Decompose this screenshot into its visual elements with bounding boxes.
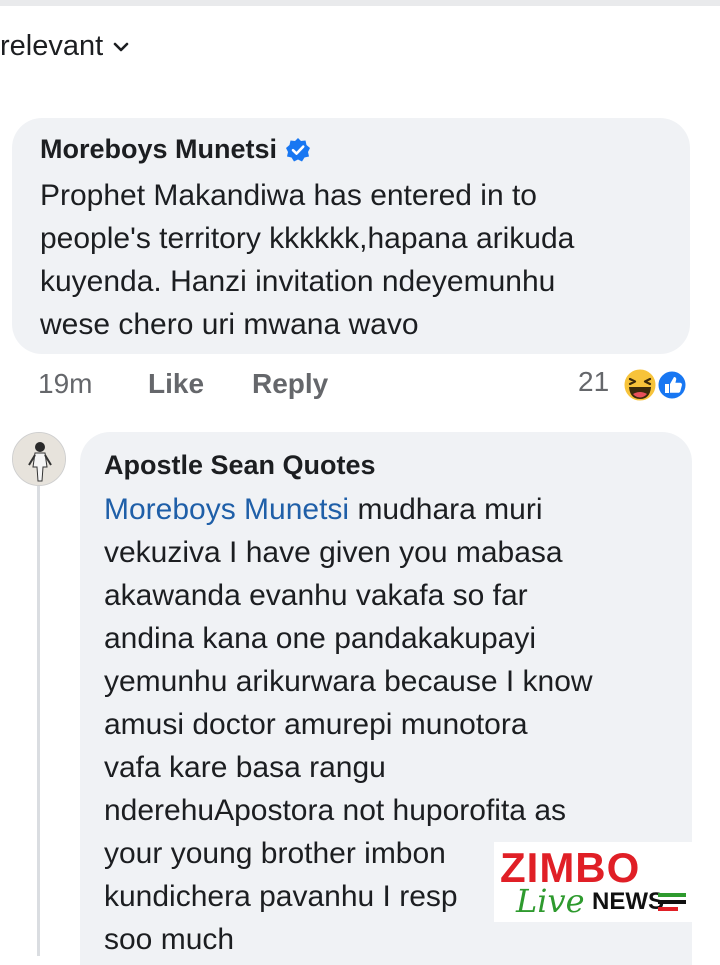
like-icon <box>655 368 689 402</box>
verified-badge-icon <box>286 137 311 161</box>
reply-line: vekuziva I have given you mabasa <box>104 536 563 569</box>
reply-line: andina kana one pandakakupayi <box>104 622 537 655</box>
top-divider <box>0 0 720 6</box>
reply-author[interactable]: Apostle Sean Quotes <box>104 450 376 481</box>
comment-line: Prophet Makandiwa has entered in to <box>40 179 537 212</box>
reaction-icons[interactable] <box>620 366 696 404</box>
thread-line <box>37 486 40 956</box>
reply-line: soo much <box>104 923 235 956</box>
chevron-down-icon <box>113 42 129 51</box>
like-button[interactable]: Like <box>148 368 204 400</box>
reaction-count[interactable]: 21 <box>578 366 609 398</box>
reply-line: amusi doctor amurepi munotora <box>104 708 528 741</box>
person-avatar-icon <box>13 433 65 485</box>
comment-text: Prophet Makandiwa has entered in to peop… <box>40 174 574 346</box>
flag-stripes-icon <box>658 893 686 911</box>
watermark-news: NEWS <box>592 888 664 915</box>
comment-line: wese chero uri mwana wavo <box>40 308 419 341</box>
reply-author-name[interactable]: Apostle Sean Quotes <box>104 450 376 481</box>
reply-line: mudhara muri <box>349 493 543 526</box>
reply-line: nderehuApostora not huporofita as <box>104 794 566 827</box>
comment-line: kuyenda. Hanzi invitation ndeyemunhu <box>40 265 556 298</box>
comment-author[interactable]: Moreboys Munetsi <box>40 134 311 165</box>
comment-author-name[interactable]: Moreboys Munetsi <box>40 134 277 165</box>
reply-line: akawanda evanhu vakafa so far <box>104 579 528 612</box>
sort-filter-dropdown[interactable]: relevant <box>0 30 129 63</box>
mention-link[interactable]: Moreboys Munetsi <box>104 493 349 526</box>
reply-line: yemunhu arikurwara because I know <box>104 665 593 698</box>
comment-bubble: Moreboys Munetsi Prophet Makandiwa has e… <box>12 118 690 354</box>
watermark-logo: ZIMBO Live NEWS <box>494 842 692 922</box>
sort-filter-label: relevant <box>0 30 104 62</box>
haha-icon <box>621 366 659 404</box>
reply-line: your young brother imbon <box>104 837 446 870</box>
comment-line: people's territory kkkkkk,hapana arikuda <box>40 222 575 255</box>
reply-line: kundichera pavanhu I resp <box>104 880 458 913</box>
reply-button[interactable]: Reply <box>252 368 328 400</box>
reply-line: vafa kare basa rangu <box>104 751 386 784</box>
comment-timestamp: 19m <box>38 368 93 399</box>
avatar[interactable] <box>12 432 66 486</box>
watermark-live: Live <box>516 882 585 920</box>
